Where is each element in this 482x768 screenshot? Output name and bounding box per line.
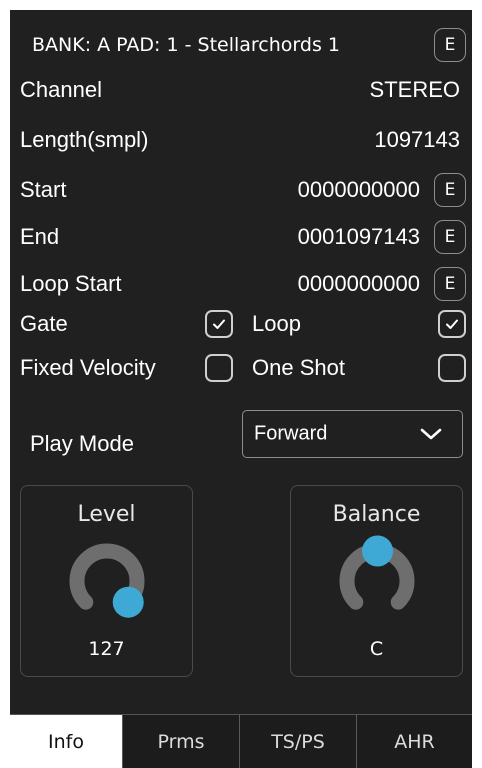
end-value: 0001097143 <box>297 224 420 249</box>
gate-checkbox[interactable] <box>205 310 233 338</box>
loop-checkbox[interactable] <box>438 310 466 338</box>
gate-loop-row: Gate Loop <box>20 304 466 344</box>
tab-prms[interactable]: Prms <box>123 715 240 768</box>
channel-value: STEREO <box>369 77 460 102</box>
start-value: 0000000000 <box>297 177 420 202</box>
balance-value: C <box>369 638 384 660</box>
level-value: 127 <box>88 638 125 660</box>
edit-end-button[interactable]: E <box>434 220 466 254</box>
tab-info[interactable]: Info <box>10 715 123 768</box>
tab-ts-ps[interactable]: TS/PS <box>240 715 357 768</box>
channel-row: Channel STEREO <box>20 70 466 110</box>
loop-start-value: 0000000000 <box>297 271 420 296</box>
check-icon <box>446 319 458 329</box>
edit-loop-start-button[interactable]: E <box>434 267 466 301</box>
length-row: Length(smpl) 1097143 <box>20 120 466 160</box>
check-icon <box>213 319 225 329</box>
velocity-oneshot-row: Fixed Velocity One Shot <box>20 348 466 388</box>
channel-label: Channel <box>20 77 102 102</box>
length-label: Length(smpl) <box>20 127 149 152</box>
chevron-down-icon <box>420 428 442 440</box>
play-mode-dropdown[interactable]: Forward <box>242 410 463 458</box>
end-label: End <box>20 224 60 249</box>
play-mode-label: Play Mode <box>30 431 134 456</box>
level-title: Level <box>77 502 136 527</box>
play-mode-value: Forward <box>254 422 328 445</box>
level-knob[interactable] <box>57 531 157 631</box>
header-row: BANK: A PAD: 1 - Stellarchords 1 E <box>20 25 466 65</box>
end-row: End 0001097143 E <box>20 217 466 257</box>
tab-bar: Info Prms TS/PS AHR <box>10 714 472 768</box>
length-value: 1097143 <box>374 127 460 152</box>
gate-label: Gate <box>20 311 68 336</box>
level-knob-handle[interactable] <box>112 586 144 618</box>
balance-knob[interactable] <box>327 531 427 631</box>
balance-knob-handle[interactable] <box>362 535 394 567</box>
pad-info-panel: BANK: A PAD: 1 - Stellarchords 1 E Chann… <box>10 10 472 768</box>
start-row: Start 0000000000 E <box>20 170 466 210</box>
fixed-velocity-checkbox[interactable] <box>205 354 233 382</box>
loop-label: Loop <box>252 311 301 336</box>
level-knob-panel: Level 127 <box>20 485 193 677</box>
balance-knob-panel: Balance C <box>290 485 463 677</box>
tab-ahr[interactable]: AHR <box>357 715 472 768</box>
loop-start-label: Loop Start <box>20 271 122 296</box>
edit-start-button[interactable]: E <box>434 173 466 207</box>
one-shot-checkbox[interactable] <box>438 354 466 382</box>
loop-start-row: Loop Start 0000000000 E <box>20 264 466 304</box>
edit-name-button[interactable]: E <box>434 28 466 62</box>
start-label: Start <box>20 177 67 202</box>
one-shot-label: One Shot <box>252 355 345 380</box>
fixed-velocity-label: Fixed Velocity <box>20 355 156 380</box>
balance-title: Balance <box>332 502 421 527</box>
bank-pad-title: BANK: A PAD: 1 - Stellarchords 1 <box>32 34 340 56</box>
